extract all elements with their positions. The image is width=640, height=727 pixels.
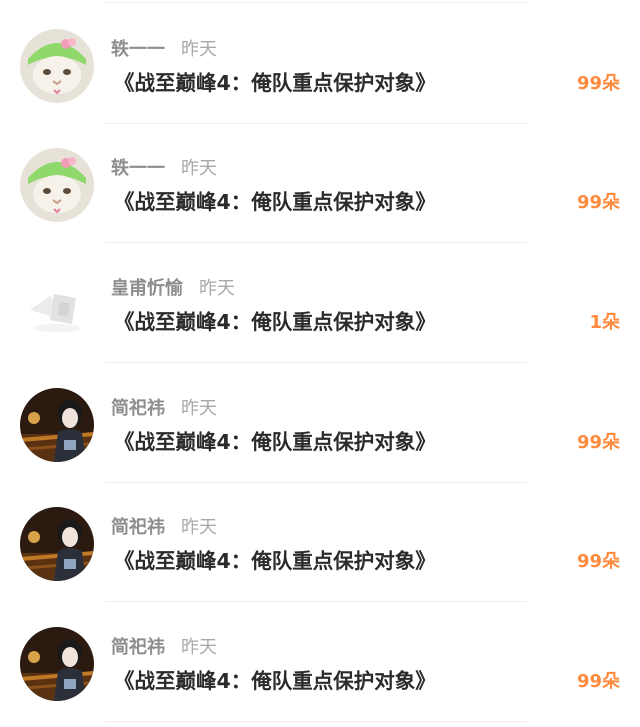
username[interactable]: 简祀祎: [111, 517, 165, 538]
item-meta: 轶一一 昨天: [111, 159, 217, 179]
username[interactable]: 皇甫忻愉: [111, 278, 183, 299]
item-title: 《战至巅峰4：俺队重点保护对象》: [114, 190, 436, 214]
list-item[interactable]: 简祀祎 昨天 《战至巅峰4：俺队重点保护对象》 99朵: [0, 602, 640, 722]
list-item[interactable]: 皇甫忻愉 昨天 《战至巅峰4：俺队重点保护对象》 1朵: [0, 243, 640, 363]
row-divider: [105, 721, 527, 722]
avatar[interactable]: [20, 507, 94, 581]
gift-count: 99朵: [576, 671, 620, 692]
item-meta: 简祀祎 昨天: [111, 518, 217, 538]
item-meta: 轶一一 昨天: [111, 40, 217, 60]
list-item[interactable]: 轶一一 昨天 《战至巅峰4：俺队重点保护对象》 99朵: [0, 4, 640, 124]
item-title: 《战至巅峰4：俺队重点保护对象》: [114, 669, 436, 693]
username[interactable]: 简祀祎: [111, 398, 165, 419]
timestamp: 昨天: [181, 158, 217, 179]
cat-avatar-icon: [20, 148, 94, 222]
list-item[interactable]: 简祀祎 昨天 《战至巅峰4：俺队重点保护对象》 99朵: [0, 482, 640, 602]
cat-avatar-icon: [20, 29, 94, 103]
gift-count: 99朵: [576, 192, 620, 213]
gift-count: 99朵: [576, 432, 620, 453]
item-meta: 简祀祎 昨天: [111, 399, 217, 419]
ghost-avatar-icon: [20, 268, 94, 342]
username[interactable]: 轶一一: [111, 158, 165, 179]
timestamp: 昨天: [199, 278, 235, 299]
username[interactable]: 简祀祎: [111, 637, 165, 658]
list-item[interactable]: 轶一一 昨天 《战至巅峰4：俺队重点保护对象》 99朵: [0, 123, 640, 243]
top-divider: [105, 2, 527, 3]
timestamp: 昨天: [181, 517, 217, 538]
username[interactable]: 轶一一: [111, 39, 165, 60]
avatar[interactable]: [20, 627, 94, 701]
gift-count: 99朵: [576, 551, 620, 572]
item-title: 《战至巅峰4：俺队重点保护对象》: [114, 430, 436, 454]
singer-avatar-icon: [20, 627, 94, 701]
gift-count: 1朵: [589, 312, 620, 333]
list-item[interactable]: 简祀祎 昨天 《战至巅峰4：俺队重点保护对象》 99朵: [0, 363, 640, 483]
avatar[interactable]: [20, 29, 94, 103]
gift-record-list: 轶一一 昨天 《战至巅峰4：俺队重点保护对象》 99朵 轶一一 昨天 《战至巅峰4：…: [0, 0, 640, 727]
item-title: 《战至巅峰4：俺队重点保护对象》: [114, 71, 436, 95]
item-title: 《战至巅峰4：俺队重点保护对象》: [114, 549, 436, 573]
timestamp: 昨天: [181, 39, 217, 60]
gift-count: 99朵: [576, 73, 620, 94]
timestamp: 昨天: [181, 637, 217, 658]
avatar[interactable]: [20, 388, 94, 462]
avatar[interactable]: [20, 148, 94, 222]
item-meta: 皇甫忻愉 昨天: [111, 279, 235, 299]
singer-avatar-icon: [20, 507, 94, 581]
singer-avatar-icon: [20, 388, 94, 462]
item-meta: 简祀祎 昨天: [111, 638, 217, 658]
item-title: 《战至巅峰4：俺队重点保护对象》: [114, 310, 436, 334]
avatar[interactable]: [20, 268, 94, 342]
timestamp: 昨天: [181, 398, 217, 419]
